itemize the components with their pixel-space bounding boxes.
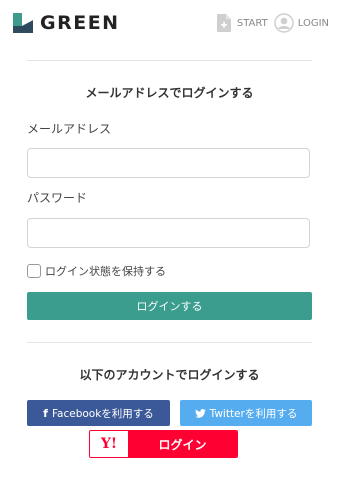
remember-checkbox[interactable] xyxy=(27,264,41,278)
yahoo-logo-icon: Y! xyxy=(90,431,128,457)
yahoo-login-button[interactable]: Y! ログイン xyxy=(89,430,238,458)
facebook-label: Facebookを利用する xyxy=(51,407,154,420)
brand-logo[interactable]: GREEN xyxy=(13,12,120,34)
login-button[interactable]: ログインする xyxy=(27,292,312,320)
twitter-bird-icon xyxy=(194,408,206,418)
nav-login[interactable]: LOGIN xyxy=(273,13,329,33)
header-nav: START LOGIN xyxy=(209,12,329,34)
divider xyxy=(27,342,312,343)
yahoo-login-label: ログイン xyxy=(128,431,237,457)
email-field[interactable] xyxy=(27,148,310,178)
nav-login-label: LOGIN xyxy=(297,17,329,29)
remember-me[interactable]: ログイン状態を保持する xyxy=(27,263,166,279)
password-field[interactable] xyxy=(27,218,310,248)
email-login-title: メールアドレスでログインする xyxy=(85,86,254,100)
green-logo-icon xyxy=(13,13,33,33)
twitter-label: Twitterを利用する xyxy=(209,407,298,420)
header: GREEN START LOGIN xyxy=(0,0,339,46)
twitter-login-button[interactable]: Twitterを利用する xyxy=(180,400,312,426)
social-login-title: 以下のアカウントでログインする xyxy=(79,368,260,382)
remember-label: ログイン状態を保持する xyxy=(45,265,166,278)
facebook-icon: f xyxy=(43,406,48,420)
nav-start[interactable]: START xyxy=(215,13,268,33)
document-plus-icon xyxy=(216,14,231,32)
user-icon xyxy=(273,13,294,33)
password-label: パスワード xyxy=(27,191,88,205)
nav-start-label: START xyxy=(236,17,268,29)
divider xyxy=(27,60,312,61)
brand-name: GREEN xyxy=(40,12,120,34)
email-label: メールアドレス xyxy=(27,122,112,136)
facebook-login-button[interactable]: f Facebookを利用する xyxy=(27,400,170,426)
